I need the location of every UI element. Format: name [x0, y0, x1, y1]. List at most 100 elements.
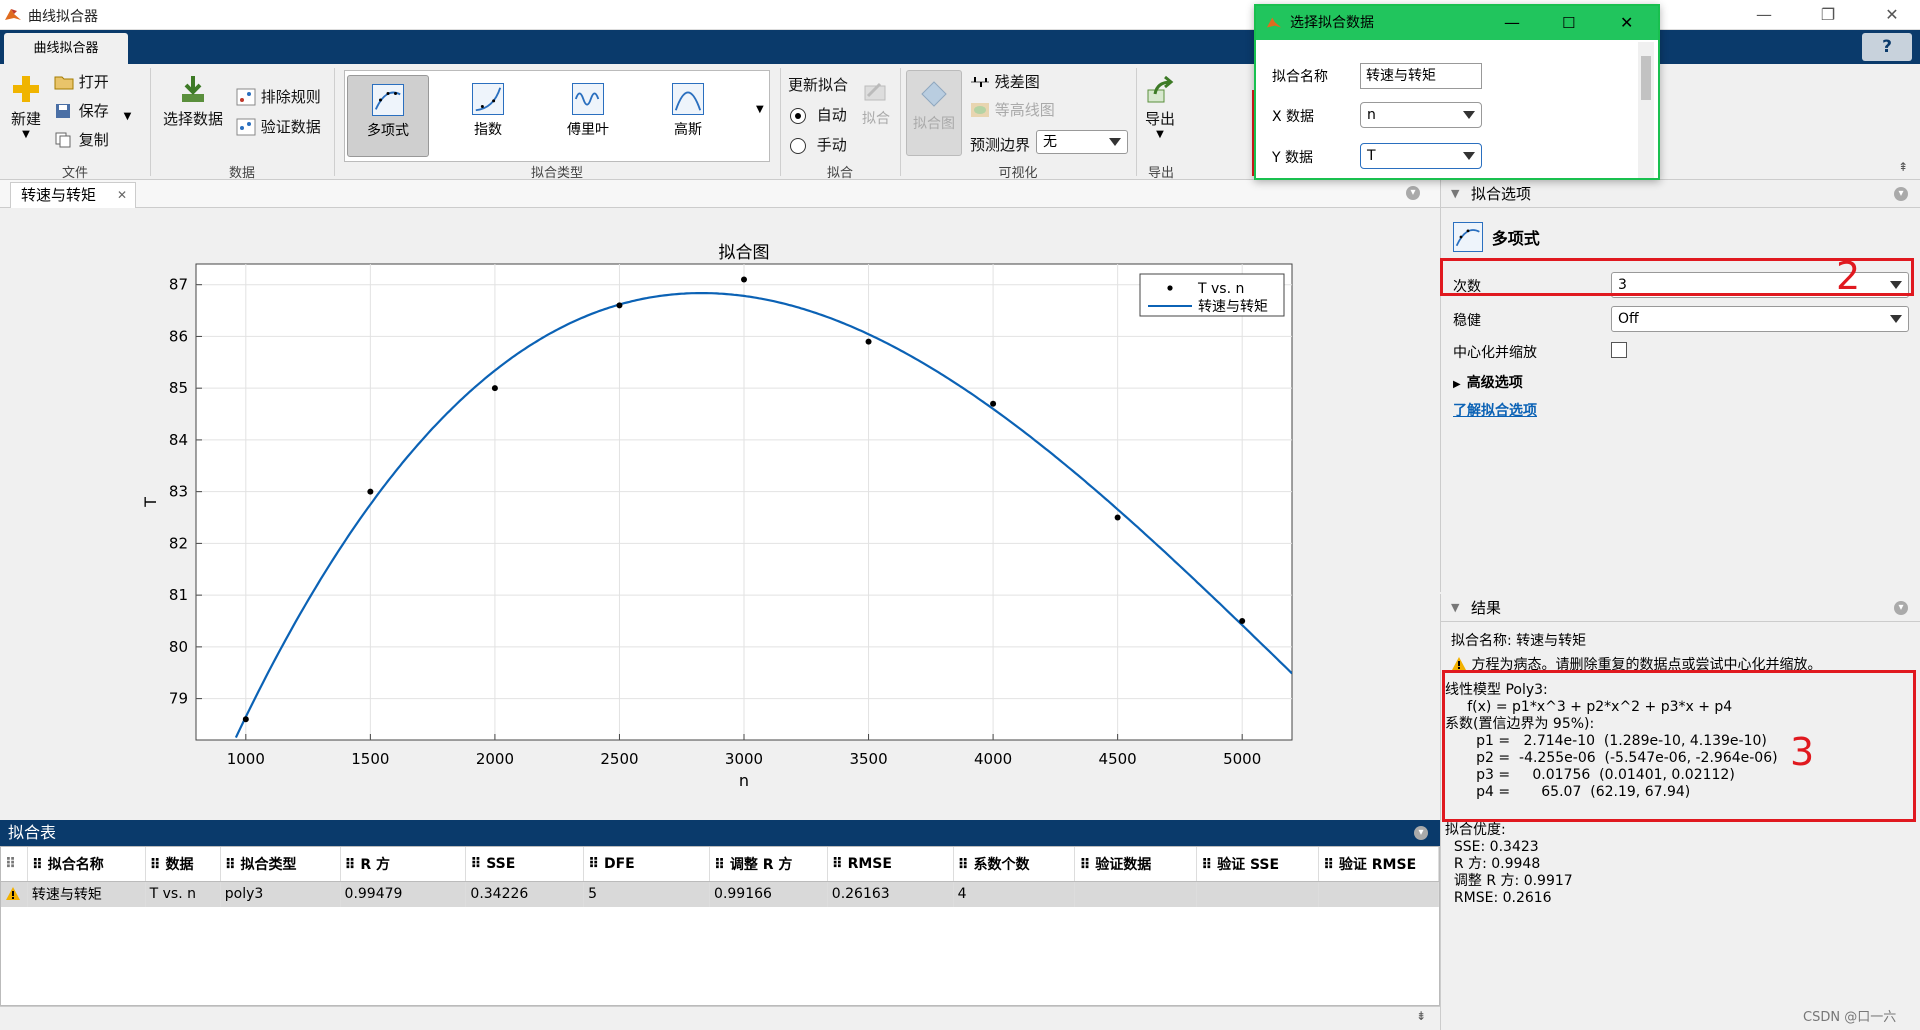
- dialog-maximize-button[interactable]: ☐: [1562, 6, 1575, 40]
- document-tabbar: 转速与转矩 ✕ ▾: [0, 180, 1440, 208]
- column-header[interactable]: ⠿ 验证 SSE: [1196, 847, 1320, 882]
- exclusion-rules-button[interactable]: 排除规则: [236, 88, 321, 111]
- open-button[interactable]: 打开: [54, 73, 109, 95]
- tab-fit-document[interactable]: 转速与转矩 ✕: [10, 182, 136, 208]
- minimize-button[interactable]: —: [1744, 4, 1784, 26]
- robust-label: 稳健: [1453, 313, 1481, 329]
- warning-icon: [1452, 657, 1466, 670]
- dialog-scrollbar[interactable]: [1638, 42, 1654, 178]
- fit-name-input[interactable]: 转速与转矩: [1360, 63, 1482, 89]
- table-row[interactable]: 转速与转矩 T vs. n poly3 0.99479 0.34226 5 0.99166 0…: [1, 881, 1439, 907]
- radio-selected-icon: [790, 107, 806, 124]
- select-data-label: 选择数据: [162, 110, 223, 128]
- fit-plot-chart[interactable]: 拟合图 1000 1500 2000 2500 3000 3500 4000 4500 5000…: [0, 208, 1440, 820]
- dialog-minimize-button[interactable]: —: [1504, 6, 1520, 40]
- center-scale-checkbox[interactable]: [1611, 342, 1627, 358]
- column-header[interactable]: ⠿ 调整 R 方: [709, 847, 828, 882]
- fit-type-gallery: 多项式 指数 傅里叶 高斯: [344, 70, 770, 162]
- y-data-value: T: [1367, 148, 1376, 164]
- fit-label: 拟合: [862, 111, 890, 127]
- fittype-label: 高斯: [674, 122, 702, 138]
- close-icon[interactable]: ✕: [117, 183, 127, 207]
- validation-data-button[interactable]: 验证数据: [236, 118, 321, 141]
- advanced-options-toggle[interactable]: ▶ 高级选项: [1453, 372, 1523, 392]
- chevron-down-icon: ▼: [22, 129, 30, 140]
- column-header[interactable]: ⠿ 拟合名称: [27, 847, 146, 882]
- fittype-exponential[interactable]: 指数: [447, 75, 529, 157]
- close-button[interactable]: ✕: [1872, 4, 1912, 26]
- advanced-options-label: 高级选项: [1466, 375, 1523, 391]
- export-arrow-icon: [1147, 75, 1174, 103]
- y-tick-label: 79: [169, 690, 188, 708]
- gallery-expand-icon[interactable]: ▼: [756, 104, 764, 115]
- help-button[interactable]: ?: [1862, 33, 1912, 61]
- gof-line: SSE: 0.3423: [1445, 839, 1539, 855]
- fit-options-panel: ▼ 拟合选项 ▾ 多项式 次数 3 稳健 Off 中心化并缩放 ▶ 高级选项 了解…: [1440, 180, 1920, 592]
- fit-plot-button[interactable]: 拟合图: [906, 70, 962, 156]
- table-cell: [1196, 881, 1320, 907]
- result-fit-name: 拟合名称: 转速与转矩: [1451, 633, 1587, 649]
- x-data-select[interactable]: n: [1360, 102, 1482, 128]
- residual-plot-button[interactable]: 残差图: [970, 73, 1040, 95]
- table-cell: 0.34226: [465, 881, 585, 907]
- collapse-triangle-icon: ▼: [1451, 601, 1460, 614]
- column-header[interactable]: ⠿ R 方: [340, 847, 467, 882]
- dialog-titlebar: 选择拟合数据 — ☐ ✕: [1256, 6, 1658, 40]
- new-button[interactable]: 新建 ▼: [8, 74, 44, 140]
- copy-button[interactable]: 复制: [54, 131, 109, 153]
- matlab-logo-icon: [1266, 17, 1282, 28]
- column-header[interactable]: ⠿ 系数个数: [953, 847, 1076, 882]
- annotation-box-3: [1442, 670, 1916, 822]
- column-header[interactable]: ⠿ 数据: [145, 847, 221, 882]
- watermark: CSDN @口一六: [1803, 1010, 1897, 1025]
- chevron-down-icon[interactable]: ▼: [124, 111, 132, 122]
- fittype-gaussian[interactable]: 高斯: [647, 75, 729, 157]
- learn-options-link[interactable]: 了解拟合选项: [1453, 400, 1537, 420]
- select-data-button[interactable]: 选择数据: [160, 74, 226, 129]
- model-name: 多项式: [1491, 229, 1540, 248]
- dialog-close-button[interactable]: ✕: [1620, 6, 1633, 40]
- annotation-number-3: 3: [1790, 730, 1815, 774]
- column-header[interactable]: ⠿ DFE: [583, 847, 711, 882]
- column-header[interactable]: ⠿ 验证数据: [1074, 847, 1198, 882]
- fit-button[interactable]: 拟合: [858, 76, 894, 128]
- bounds-select[interactable]: 无: [1036, 130, 1128, 154]
- maximize-button[interactable]: ❐: [1808, 4, 1848, 26]
- column-header[interactable]: ⠿ RMSE: [827, 847, 954, 882]
- x-tick-label: 2500: [600, 750, 638, 768]
- bounds-value: 无: [1043, 134, 1057, 150]
- panel-menu-icon[interactable]: ▾: [1406, 186, 1420, 200]
- column-header[interactable]: ⠿ 拟合类型: [220, 847, 341, 882]
- data-point: [865, 338, 872, 345]
- y-data-select[interactable]: T: [1360, 143, 1482, 169]
- export-button[interactable]: 导出 ▼: [1142, 74, 1178, 140]
- fit-options-header[interactable]: ▼ 拟合选项 ▾: [1441, 180, 1920, 208]
- save-button[interactable]: 保存 ▼: [54, 102, 132, 124]
- data-point: [1239, 618, 1246, 624]
- panel-menu-icon[interactable]: ▾: [1414, 826, 1428, 840]
- tab-curve-fitter[interactable]: 曲线拟合器: [4, 33, 128, 64]
- panel-menu-icon[interactable]: ▾: [1894, 601, 1908, 615]
- results-header[interactable]: ▼ 结果 ▾: [1441, 594, 1920, 622]
- collapse-ribbon-icon[interactable]: ⇞: [1898, 160, 1908, 174]
- fittype-fourier[interactable]: 傅里叶: [547, 75, 629, 157]
- fittype-polynomial[interactable]: 多项式: [347, 75, 429, 157]
- data-point: [367, 488, 374, 495]
- column-header[interactable]: ⠿ SSE: [465, 847, 585, 882]
- panel-menu-icon[interactable]: ▾: [1894, 187, 1908, 201]
- manual-radio[interactable]: 手动: [790, 134, 847, 155]
- auto-radio[interactable]: 自动: [790, 104, 847, 125]
- residual-icon: [971, 77, 989, 87]
- column-header[interactable]: ⠿ 验证 RMSE: [1318, 847, 1439, 882]
- data-point: [990, 400, 997, 407]
- contour-plot-button[interactable]: 等高线图: [970, 101, 1055, 123]
- exclusion-rules-label: 排除规则: [260, 88, 321, 106]
- y-tick-label: 87: [169, 276, 188, 294]
- gof-line: 调整 R 方: 0.9917: [1445, 873, 1573, 889]
- robust-select[interactable]: Off: [1611, 306, 1909, 332]
- goodness-of-fit-block: 拟合优度: SSE: 0.3423 R 方: 0.9948 调整 R 方: 0.…: [1445, 822, 1573, 907]
- update-fit-label: 更新拟合: [788, 76, 849, 94]
- collapse-panel-icon[interactable]: ⇟: [1416, 1009, 1426, 1023]
- scrollbar-thumb[interactable]: [1641, 56, 1651, 100]
- fittype-label: 傅里叶: [567, 122, 609, 138]
